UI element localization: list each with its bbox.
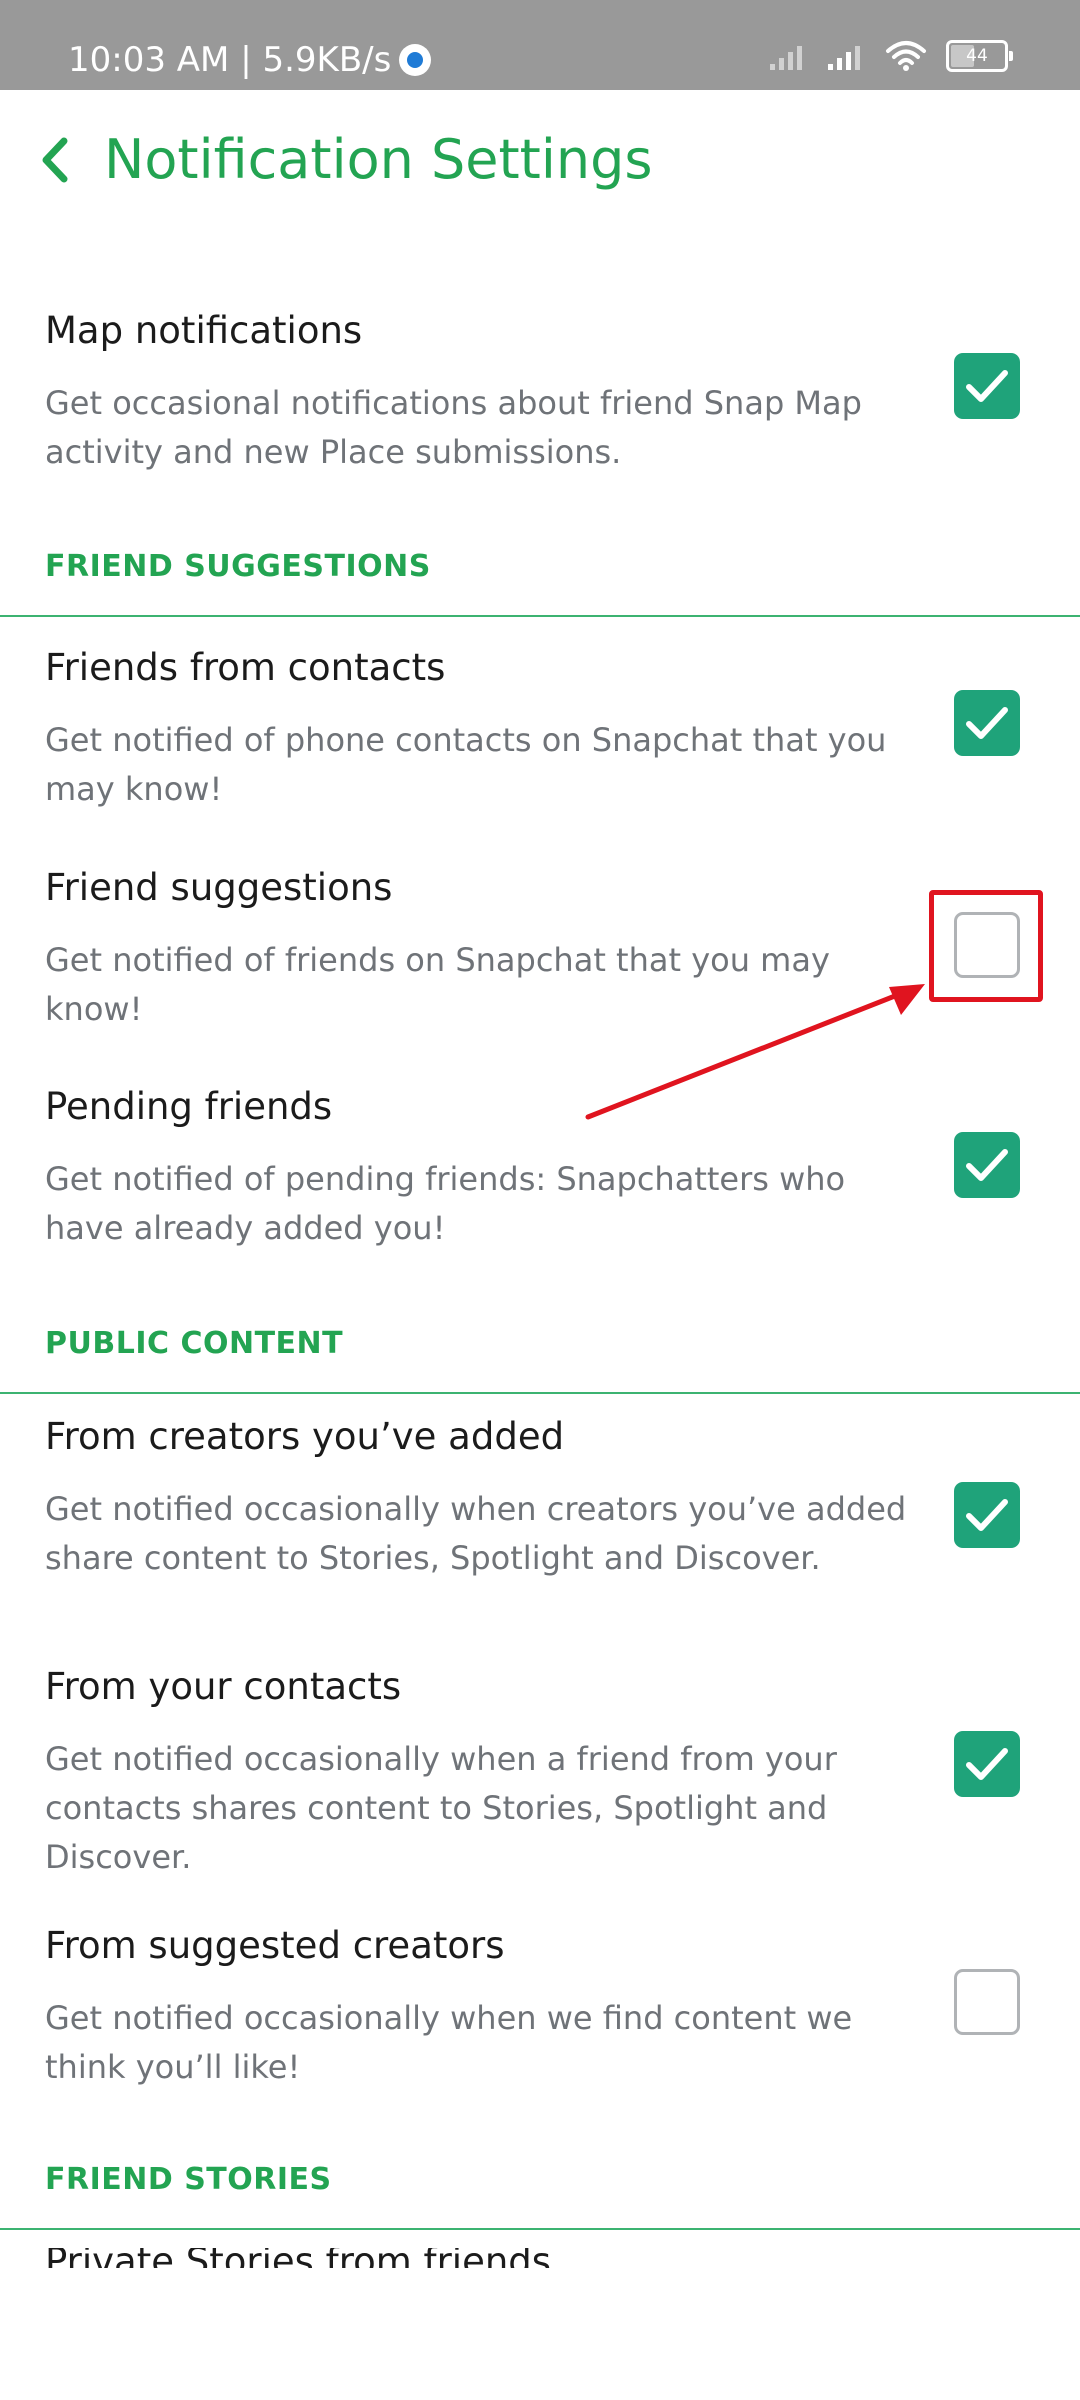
battery-level-text: 44	[966, 46, 988, 66]
checkmark-icon	[966, 370, 1008, 402]
from-your-contacts-checkbox[interactable]	[954, 1731, 1020, 1797]
signal-icon	[770, 46, 802, 70]
status-time-speed: 10:03 AM | 5.9KB/s	[68, 40, 392, 80]
setting-row-friends-from-contacts[interactable]: Friends from contacts Get notified of ph…	[0, 646, 1080, 816]
from-creators-added-checkbox[interactable]	[954, 1482, 1020, 1548]
setting-title: From suggested creators	[45, 1924, 505, 1967]
from-suggested-creators-checkbox[interactable]	[954, 1969, 1020, 2035]
status-left: 10:03 AM | 5.9KB/s	[68, 40, 432, 80]
section-header-friend-suggestions: FRIEND SUGGESTIONS	[0, 535, 1080, 617]
setting-row-from-creators-added[interactable]: From creators you’ve added Get notified …	[0, 1415, 1080, 1635]
pending-friends-checkbox[interactable]	[954, 1132, 1020, 1198]
setting-title: Map notifications	[45, 309, 363, 352]
chevron-left-icon	[42, 137, 68, 183]
setting-row-from-suggested-creators[interactable]: From suggested creators Get notified occ…	[0, 1924, 1080, 2094]
setting-row-from-your-contacts[interactable]: From your contacts Get notified occasion…	[0, 1665, 1080, 1885]
map-notifications-checkbox[interactable]	[954, 353, 1020, 419]
setting-row-map-notifications[interactable]: Map notifications Get occasional notific…	[0, 309, 1080, 479]
annotation-highlight-box	[929, 890, 1043, 1002]
section-label: PUBLIC CONTENT	[45, 1326, 344, 1361]
back-button[interactable]	[30, 135, 80, 185]
checkmark-icon	[966, 1499, 1008, 1531]
setting-title: Pending friends	[45, 1085, 333, 1128]
setting-description: Get notified of pending friends: Snapcha…	[45, 1160, 846, 1247]
wifi-icon	[886, 41, 926, 71]
setting-description: Get notified occasionally when we find c…	[45, 1999, 853, 2086]
setting-description: Get notified occasionally when a friend …	[45, 1740, 837, 1876]
setting-description: Get notified of phone contacts on Snapch…	[45, 721, 887, 808]
checkmark-icon	[966, 707, 1008, 739]
setting-title: Friends from contacts	[45, 646, 446, 689]
checkmark-icon	[966, 1748, 1008, 1780]
section-label: FRIEND STORIES	[45, 2162, 332, 2197]
battery-icon: 44	[946, 40, 1013, 72]
setting-description: Get notified occasionally when creators …	[45, 1490, 907, 1577]
section-label: FRIEND SUGGESTIONS	[45, 549, 431, 584]
setting-title: From creators you’ve added	[45, 1415, 565, 1458]
setting-title: Friend suggestions	[45, 866, 393, 909]
section-header-public-content: PUBLIC CONTENT	[0, 1312, 1080, 1394]
status-bar: 10:03 AM | 5.9KB/s 44	[0, 0, 1080, 90]
page-title: Notification Settings	[104, 128, 653, 191]
bottom-area	[0, 2268, 1080, 2400]
status-right: 44	[768, 36, 1013, 76]
section-header-friend-stories: FRIEND STORIES	[0, 2148, 1080, 2230]
checkmark-icon	[966, 1149, 1008, 1181]
setting-description: Get occasional notifications about frien…	[45, 384, 862, 471]
setting-title: From your contacts	[45, 1665, 402, 1708]
signal-icon	[828, 46, 860, 70]
friends-from-contacts-checkbox[interactable]	[954, 690, 1020, 756]
data-saver-icon	[399, 44, 432, 76]
annotation-arrow-icon	[585, 984, 925, 1120]
header: Notification Settings	[0, 90, 1080, 250]
